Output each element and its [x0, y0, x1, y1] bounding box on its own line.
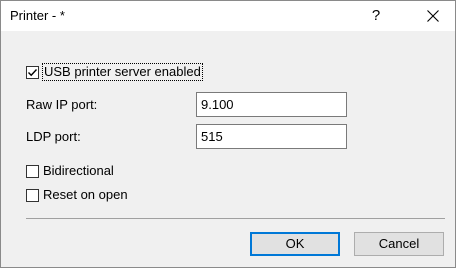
bidirectional-label[interactable]: Bidirectional — [43, 163, 114, 179]
checkmark-icon — [28, 68, 38, 76]
reset-on-open-label[interactable]: Reset on open — [43, 187, 128, 203]
raw-ip-port-label: Raw IP port: — [26, 97, 98, 112]
bidirectional-checkbox[interactable] — [26, 164, 39, 178]
close-icon — [427, 10, 439, 22]
title-bar[interactable]: Printer - * ? — [1, 1, 455, 31]
ok-button[interactable]: OK — [250, 232, 340, 256]
ldp-port-input[interactable]: 515 — [196, 124, 347, 149]
printer-dialog: Printer - * ? USB printer server enabled… — [0, 0, 456, 268]
reset-on-open-checkbox[interactable] — [26, 188, 39, 202]
usb-server-label[interactable]: USB printer server enabled — [42, 63, 203, 81]
window-title: Printer - * — [10, 8, 65, 23]
bidirectional-row[interactable]: Bidirectional — [26, 162, 114, 180]
usb-server-row[interactable]: USB printer server enabled — [26, 63, 203, 81]
raw-ip-port-input[interactable]: 9.100 — [196, 92, 347, 117]
help-button[interactable]: ? — [359, 1, 393, 31]
ldp-port-label: LDP port: — [26, 129, 81, 144]
usb-server-checkbox[interactable] — [26, 65, 39, 79]
close-button[interactable] — [415, 1, 451, 31]
reset-on-open-row[interactable]: Reset on open — [26, 186, 128, 204]
cancel-button[interactable]: Cancel — [354, 232, 444, 256]
separator — [26, 218, 445, 219]
